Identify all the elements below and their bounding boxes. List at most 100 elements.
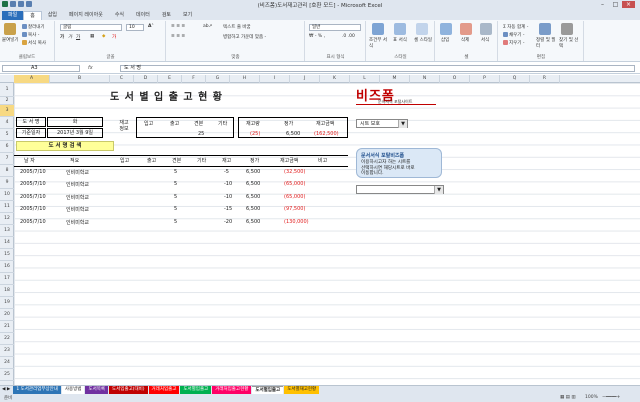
column-header[interactable]: B — [50, 75, 110, 83]
font-size-select[interactable]: 10 — [126, 24, 144, 31]
column-header[interactable]: M — [380, 75, 410, 83]
column-header[interactable]: O — [440, 75, 470, 83]
name-box[interactable]: A3 — [2, 65, 80, 72]
row-header[interactable]: 4 — [0, 117, 14, 129]
column-header[interactable]: E — [158, 75, 182, 83]
insert-button[interactable]: 삽입 — [441, 37, 449, 43]
wrap-text-button[interactable]: 텍스트 줄 바꿈 — [223, 24, 251, 30]
orientation-icon[interactable]: ab↗ — [203, 24, 212, 29]
tab-review[interactable]: 검토 — [156, 11, 177, 20]
column-header[interactable]: N — [410, 75, 440, 83]
column-header[interactable]: F — [182, 75, 206, 83]
row-header[interactable]: 1 — [0, 83, 14, 97]
close-button[interactable]: × — [622, 1, 635, 8]
align-top-icon[interactable]: ≡ ≡ ≡ — [171, 24, 185, 29]
column-header[interactable]: K — [320, 75, 350, 83]
row-header[interactable]: 21 — [0, 321, 14, 333]
tab-page-layout[interactable]: 페이지 레이아웃 — [63, 11, 109, 20]
tab-insert[interactable]: 삽입 — [42, 11, 63, 20]
tab-file[interactable]: 파일 — [2, 11, 24, 20]
row-header[interactable]: 6 — [0, 141, 14, 153]
row-header[interactable]: 15 — [0, 249, 14, 261]
table-row[interactable]: 2005/7/10 인비미학교 5 -20 6,500 (130,000) — [0, 219, 360, 229]
copy-button[interactable]: 복사 - — [22, 32, 39, 38]
merge-center-button[interactable]: 병합하고 가운데 맞춤 - — [223, 34, 266, 40]
sheet-tab[interactable]: 사용방법 — [61, 386, 85, 394]
column-header[interactable]: G — [206, 75, 230, 83]
column-header[interactable]: L — [350, 75, 380, 83]
cut-button[interactable]: 잘라내기 — [22, 24, 45, 30]
column-header[interactable]: C — [110, 75, 134, 83]
font-name-select[interactable]: 굴림 — [60, 24, 122, 31]
row-header[interactable]: 16 — [0, 261, 14, 273]
italic-icon[interactable]: 가 — [68, 34, 72, 40]
sheet-tab[interactable]: 도서입출고(대비) — [109, 386, 148, 394]
sheet-tab[interactable]: 도서별입출고 — [252, 386, 284, 394]
row-header[interactable]: 19 — [0, 297, 14, 309]
number-format-select[interactable]: 일반 — [309, 24, 361, 31]
zoom-slider[interactable]: −━━━━+ — [602, 395, 620, 400]
row-header[interactable]: 20 — [0, 309, 14, 321]
table-row[interactable]: 2005/7/10 인비미학교 5 -15 6,500 (97,500) — [0, 206, 360, 216]
row-header[interactable]: 3 — [0, 105, 14, 117]
tab-home[interactable]: 홈 — [23, 11, 42, 20]
sheet-tab[interactable]: 거래처입출고현황 — [212, 386, 252, 394]
worksheet-grid[interactable]: ABCDEFGHIJKLMNOPQR 1 2 3 4 5 6 7 8 9 10 11 12 13 14 15… — [0, 75, 640, 385]
tab-formulas[interactable]: 수식 — [109, 11, 130, 20]
row-header[interactable]: 22 — [0, 333, 14, 345]
sheet-tab[interactable]: 도서별재고현황 — [284, 386, 320, 394]
sheet-nav-arrows[interactable]: ◀ ▶ — [0, 386, 12, 394]
sort-filter-button[interactable]: 정렬 및 필터 — [536, 37, 556, 49]
column-header[interactable]: A — [14, 75, 50, 83]
tab-view[interactable]: 보기 — [177, 11, 198, 20]
column-header[interactable]: P — [470, 75, 500, 83]
format-button[interactable]: 서식 — [481, 37, 489, 43]
book-search-button[interactable]: 도 서 명 검 색 — [16, 141, 114, 151]
conditional-format-button[interactable]: 조건부 서식 — [369, 37, 389, 49]
delete-button[interactable]: 삭제 — [461, 37, 469, 43]
row-header[interactable]: 24 — [0, 357, 14, 369]
row-header[interactable]: 23 — [0, 345, 14, 357]
row-header[interactable]: 2 — [0, 97, 14, 105]
format-table-button[interactable]: 표 서식 — [393, 37, 407, 43]
tab-data[interactable]: 데이터 — [130, 11, 156, 20]
currency-icon[interactable]: ₩ - % , — [309, 34, 325, 39]
table-row[interactable]: 2005/7/10 인비미학교 5 -10 6,500 (65,000) — [0, 194, 360, 204]
border-icon[interactable]: ▦ — [90, 34, 94, 39]
row-header[interactable]: 18 — [0, 285, 14, 297]
view-buttons[interactable]: ▦ ▤ ▥ — [560, 395, 576, 400]
book-name[interactable]: 화 — [47, 117, 103, 127]
sheet-navigation-select[interactable]: ▼ — [356, 185, 444, 194]
sheet-tab[interactable]: 도서목록 — [85, 386, 109, 394]
table-row[interactable]: 2005/7/10 인비미학교 5 -10 6,500 (65,000) — [0, 181, 360, 191]
fx-icon[interactable]: fx — [88, 65, 93, 71]
column-header[interactable]: H — [230, 75, 260, 83]
zoom-level[interactable]: 100% — [585, 395, 598, 400]
column-header[interactable]: I — [260, 75, 290, 83]
sheet-tab[interactable]: 거래처입출고 — [148, 386, 180, 394]
clear-button[interactable]: 지우기 - — [503, 40, 524, 46]
column-header[interactable]: Q — [500, 75, 530, 83]
format-painter-button[interactable]: 서식 복사 — [22, 40, 46, 46]
paste-button[interactable]: 붙여넣기 — [2, 37, 19, 43]
column-header[interactable]: R — [530, 75, 560, 83]
underline-icon[interactable]: 가 — [76, 34, 80, 40]
find-select-button[interactable]: 찾기 및 선택 — [559, 37, 579, 49]
decimal-icon[interactable]: .0 .00 — [342, 34, 355, 39]
bold-icon[interactable]: 가 — [60, 34, 64, 40]
font-color-icon[interactable]: 가 — [112, 34, 116, 40]
autosum-button[interactable]: Σ 자동 합계 - — [503, 24, 528, 30]
cell-styles-button[interactable]: 셀 스타일 — [414, 37, 432, 43]
align-left-icon[interactable]: ≡ ≡ ≡ — [171, 34, 185, 39]
row-header[interactable]: 5 — [0, 129, 14, 141]
sheet-tab[interactable]: 도서별입출고 — [180, 386, 212, 394]
fill-button[interactable]: 채우기 - — [503, 32, 524, 38]
grow-font-icon[interactable]: A˄ — [148, 24, 154, 29]
minimize-button[interactable]: – — [596, 1, 609, 8]
formula-input[interactable]: 도 서 명 — [120, 65, 635, 72]
maximize-button[interactable]: □ — [609, 1, 622, 8]
row-header[interactable]: 25 — [0, 369, 14, 381]
table-row[interactable]: 2005/7/10 인비미학교 5 -5 6,500 (32,500) — [0, 169, 360, 179]
sheet-tab[interactable]: 1 도서관리업무상안내 — [13, 386, 61, 394]
sheet-protect-select[interactable]: 시트 보호 ▼ — [356, 119, 408, 128]
